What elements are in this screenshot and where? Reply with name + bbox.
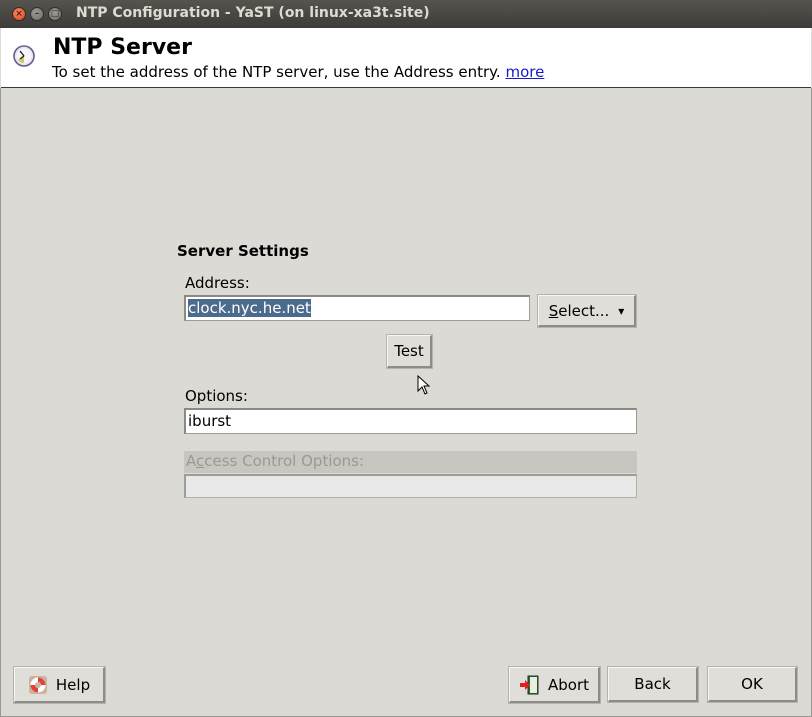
dialog-header: NTP Server To set the address of the NTP…: [1, 28, 811, 88]
access-control-input: [184, 474, 637, 498]
page-description: To set the address of the NTP server, us…: [52, 63, 544, 81]
options-value: iburst: [188, 412, 232, 430]
dialog-content: [0, 88, 812, 717]
options-label: Options:: [185, 387, 248, 405]
more-link[interactable]: more: [505, 63, 544, 81]
abort-button[interactable]: Abort: [508, 666, 601, 704]
test-button[interactable]: Test: [386, 334, 433, 369]
ok-button[interactable]: OK: [707, 666, 798, 703]
close-icon: ×: [15, 9, 23, 19]
clock-icon: [13, 45, 35, 67]
exit-door-icon: [519, 675, 539, 694]
chevron-down-icon: ▾: [618, 303, 625, 318]
window-close-button[interactable]: ×: [12, 7, 26, 21]
select-label: elect...: [558, 301, 610, 320]
section-title: Server Settings: [177, 242, 309, 260]
abort-label: Abort: [547, 675, 589, 694]
address-label: Address:: [185, 274, 250, 292]
select-mnemonic: S: [548, 301, 559, 320]
options-input[interactable]: iburst: [184, 408, 637, 434]
description-text: To set the address of the NTP server, us…: [52, 63, 501, 81]
select-button[interactable]: Select... ▾: [537, 294, 637, 328]
lifebuoy-icon: [28, 675, 47, 694]
help-label: Help: [55, 675, 91, 694]
address-input[interactable]: clock.nyc.he.net: [184, 295, 530, 321]
window-title: NTP Configuration - YaST (on linux-xa3t.…: [76, 5, 430, 21]
back-button[interactable]: Back: [607, 666, 699, 703]
access-control-label-a: A: [186, 452, 196, 470]
page-title: NTP Server: [53, 35, 192, 60]
minimize-icon: –: [34, 9, 40, 19]
access-control-mnemonic: c: [196, 452, 205, 470]
access-control-label-rest: cess Control Options:: [204, 452, 365, 470]
access-control-label: Access Control Options:: [184, 451, 637, 473]
address-value: clock.nyc.he.net: [188, 299, 311, 317]
window-titlebar: × – □ NTP Configuration - YaST (on linux…: [0, 0, 812, 28]
maximize-icon: □: [50, 9, 60, 19]
window-minimize-button[interactable]: –: [30, 7, 44, 21]
mouse-pointer-icon: [417, 375, 431, 395]
window-maximize-button[interactable]: □: [48, 7, 62, 21]
help-button[interactable]: Help: [13, 666, 106, 704]
